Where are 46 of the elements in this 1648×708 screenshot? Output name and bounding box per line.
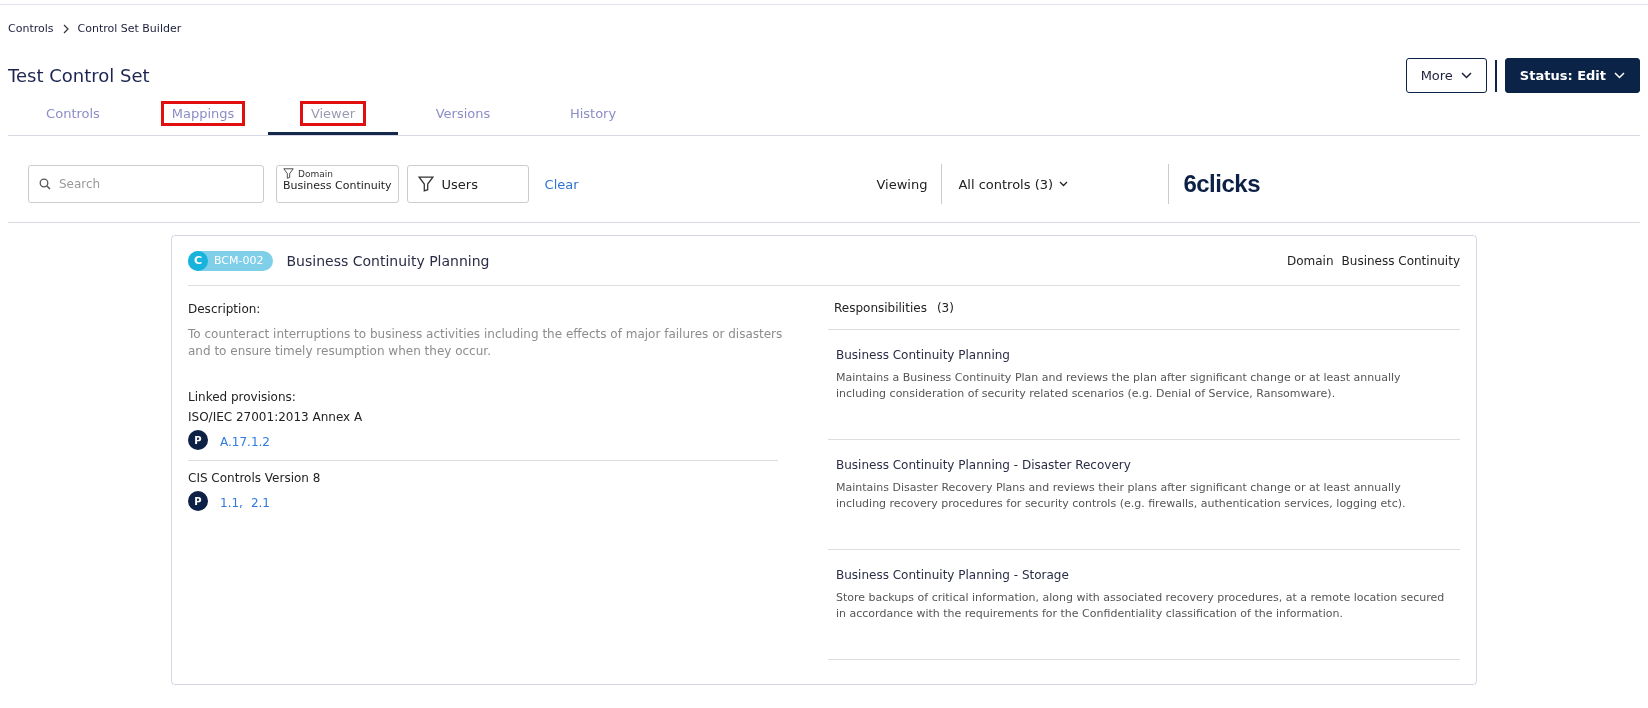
provision-link[interactable]: A.17.1.2 [220, 434, 270, 449]
control-name: Business Continuity Planning [286, 252, 490, 269]
tab[interactable]: Versions [398, 95, 528, 135]
users-filter[interactable]: Users [406, 165, 529, 203]
description-text: To counteract interruptions to business activities including the effects of major failures or disasters and to ensure timely resumption when they occur. [188, 326, 784, 360]
responsibility-title: Business Continuity Planning [836, 348, 1011, 362]
domain-value: Business Continuity [1341, 253, 1460, 268]
caret-icon [1460, 72, 1472, 79]
filter-icon [417, 176, 434, 192]
caret-icon [1059, 181, 1069, 187]
control-code-badge: C BCM-002 [188, 250, 273, 271]
company-logo: 6clicks [1168, 164, 1260, 204]
search-field[interactable]: Search [28, 165, 264, 203]
tab[interactable]: Mappings [138, 95, 268, 135]
tab[interactable]: History [528, 95, 658, 135]
tab[interactable]: Controls [8, 95, 138, 135]
responsibility-text: Maintains Disaster Recovery Plans and reviews their plans after significant change or at least annually including recovery procedures for security controls (e.g. firewalls, authentication services, logging etc). [836, 480, 1407, 512]
breadcrumb-link[interactable]: Control Set Builder [77, 22, 182, 35]
viewing-label: Viewing [876, 164, 943, 204]
provision-badge: P [188, 430, 208, 450]
description-label: Description: [188, 302, 262, 316]
framework-name: CIS Controls Version 8 [188, 471, 322, 485]
clear-link[interactable]: Clear [544, 176, 579, 192]
responsibility-text: Maintains a Business Continuity Plan and reviews the plan after significant change or at least annually including consideration of security related scenarios (e.g. Denial of Service, Ransomware). [836, 370, 1402, 402]
linked-provisions-label: Linked provisions: [188, 390, 297, 404]
tab[interactable]: Viewer [268, 95, 398, 135]
responsibilities-label: Responsibilities [834, 300, 927, 315]
breadcrumb-link[interactable]: Controls [8, 22, 54, 35]
search-icon [39, 178, 51, 190]
provision-badge: P [188, 491, 208, 511]
caret-icon [1614, 72, 1625, 79]
framework-name: ISO/IEC 27001:2013 Annex A [188, 410, 364, 424]
viewing-dropdown[interactable]: All controls (3) [958, 176, 1159, 192]
responsibility-text: Store backups of critical information, along with associated recovery procedures, at a remote location secured in accordance with the requirements for the Confidentiality classification of the information. [836, 590, 1446, 622]
page-title: Test Control Set [8, 65, 150, 86]
responsibility-title: Business Continuity Planning - Storage [836, 568, 1070, 582]
chevron-right-icon [61, 23, 70, 34]
domain-label: Domain [1286, 253, 1334, 268]
responsibility-title: Business Continuity Planning - Disaster Recovery [836, 458, 1132, 472]
domain-filter[interactable]: Domain Business Continuity [276, 165, 399, 203]
more-dropdown-button[interactable]: More [1405, 58, 1487, 93]
provision-link[interactable]: 2.1 [250, 495, 270, 510]
filter-icon [283, 168, 294, 179]
provision-link[interactable]: 1.1, [220, 495, 243, 510]
status-dropdown-button[interactable]: Status: Edit [1504, 58, 1640, 93]
responsibilities-count: (3) [936, 300, 954, 315]
